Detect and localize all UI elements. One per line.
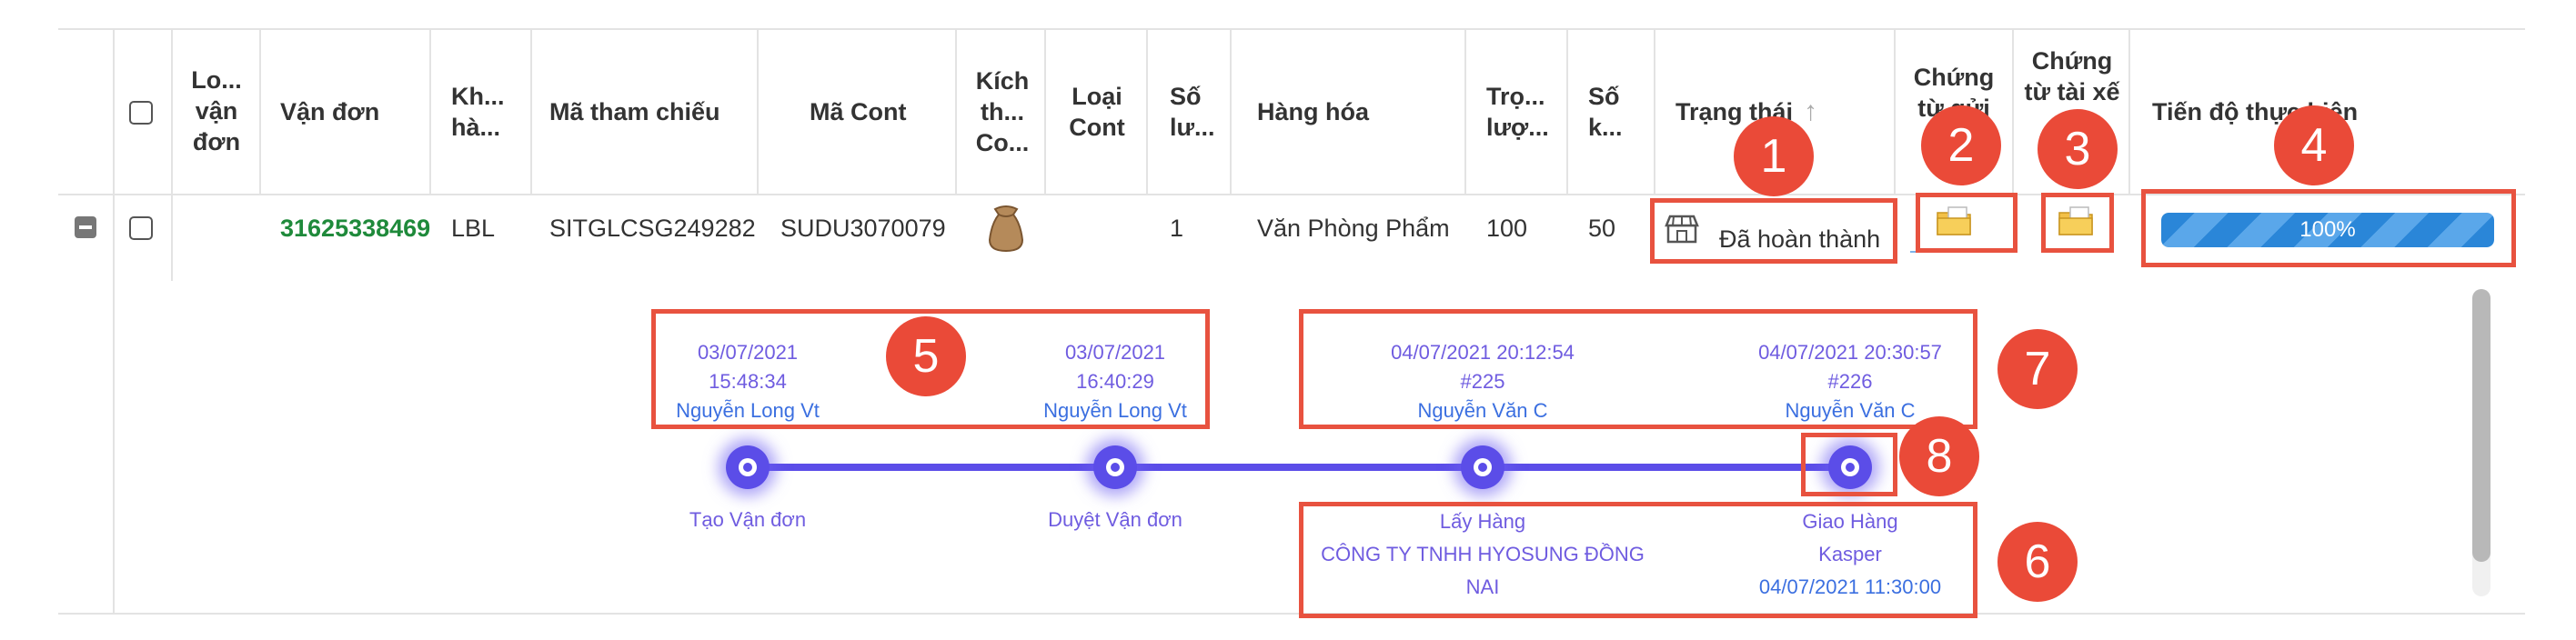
kho-hang-cell: LBL xyxy=(451,215,496,242)
vertical-scrollbar-track[interactable] xyxy=(2472,289,2490,596)
header-so-khoi[interactable]: Số k... xyxy=(1588,80,1643,144)
annotation-badge-2: 2 xyxy=(1921,105,2001,185)
col-divider xyxy=(1464,28,1466,194)
header-so-luong[interactable]: Số lư... xyxy=(1170,80,1224,144)
select-all-checkbox[interactable] xyxy=(129,101,153,125)
header-hang-hoa[interactable]: Hàng hóa xyxy=(1257,96,1369,127)
col-divider xyxy=(2012,28,2014,194)
col-divider xyxy=(113,28,115,613)
step1-label: Tạo Vận đơn xyxy=(689,508,807,531)
minus-square-icon[interactable] xyxy=(75,216,96,238)
timeline-line xyxy=(748,464,1846,471)
annotation-badge-7: 7 xyxy=(1997,329,2078,409)
header-ma-tham-chieu[interactable]: Mã tham chiếu xyxy=(549,96,720,127)
row-checkbox[interactable] xyxy=(129,216,153,240)
trong-luong-cell: 100 xyxy=(1486,215,1528,242)
hang-hoa-cell: Văn Phòng Phẩm xyxy=(1257,215,1450,242)
col-divider xyxy=(530,28,532,194)
annotation-badge-3: 3 xyxy=(2038,109,2118,189)
col-divider xyxy=(1654,28,1655,194)
highlight-timeline-pickup-delivery xyxy=(1299,502,1977,618)
col-divider xyxy=(955,28,957,194)
col-divider xyxy=(171,28,173,281)
highlight-progress xyxy=(2141,189,2516,267)
annotation-badge-5: 5 xyxy=(886,316,966,396)
col-divider xyxy=(1230,28,1232,194)
header-loai-cont[interactable]: Loại Cont xyxy=(1055,80,1139,144)
van-don-link[interactable]: 31625338469 xyxy=(280,213,430,244)
col-divider xyxy=(1894,28,1896,194)
col-divider xyxy=(259,28,261,194)
header-kho-hang[interactable]: Kh... hà... xyxy=(451,80,515,144)
highlight-status xyxy=(1650,198,1897,264)
col-divider xyxy=(1044,28,1046,194)
vertical-scrollbar-thumb[interactable] xyxy=(2472,289,2490,562)
so-khoi-cell: 50 xyxy=(1588,215,1616,242)
annotation-badge-4: 4 xyxy=(2274,105,2354,185)
col-divider xyxy=(757,28,759,194)
table-bottom-border xyxy=(58,613,2525,615)
header-loai-van-don[interactable]: Lo... vận đơn xyxy=(178,56,255,165)
ma-cont-cell: SUDU3070079 xyxy=(780,215,946,242)
highlight-timeline-trips xyxy=(1299,309,1977,429)
highlight-chung-tu-gui xyxy=(1916,193,2018,253)
timeline-node-lay-hang[interactable] xyxy=(1461,445,1504,489)
highlight-chung-tu-tai-xe xyxy=(2041,193,2114,253)
annotation-badge-6: 6 xyxy=(1997,522,2078,602)
ma-tham-chieu-cell: SITGLCSG249282 xyxy=(549,215,756,242)
timeline-node-tao-van-don[interactable] xyxy=(726,445,770,489)
header-trong-luong[interactable]: Trọ... lượ... xyxy=(1486,80,1559,144)
header-kich-thuoc-cont[interactable]: Kích th... Co... xyxy=(964,62,1041,162)
annotation-badge-8: 8 xyxy=(1899,416,1979,496)
header-van-don[interactable]: Vận đơn xyxy=(280,96,379,127)
step2-label: Duyệt Vận đơn xyxy=(1048,508,1182,531)
sort-up-arrow-icon[interactable]: ↑ xyxy=(1804,96,1817,127)
sack-icon xyxy=(986,204,1026,253)
col-divider xyxy=(429,28,431,194)
so-luong-cell: 1 xyxy=(1170,215,1184,242)
col-divider xyxy=(1566,28,1568,194)
annotation-badge-1: 1 xyxy=(1734,116,1814,196)
col-divider xyxy=(1146,28,1148,194)
col-divider xyxy=(2128,28,2130,194)
header-ma-cont[interactable]: Mã Cont xyxy=(810,96,906,127)
table-top-border xyxy=(58,28,2525,30)
timeline-node-duyet-van-don[interactable] xyxy=(1093,445,1137,489)
